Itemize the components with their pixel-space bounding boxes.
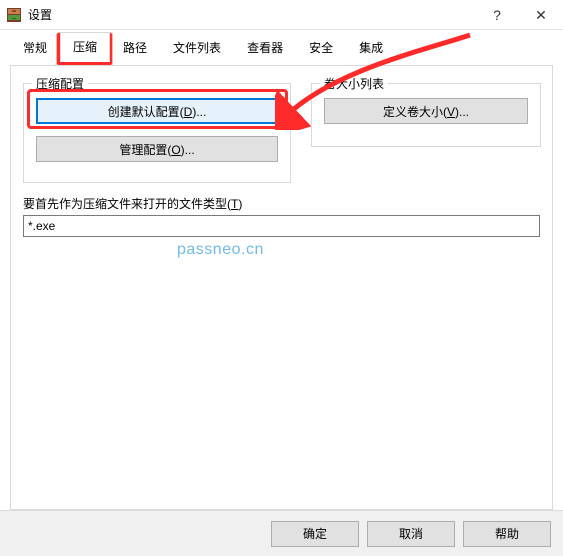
- close-button[interactable]: ✕: [519, 0, 563, 30]
- manage-profiles-button[interactable]: 管理配置(O)...: [36, 136, 278, 162]
- button-label: 管理配置(O)...: [119, 141, 194, 158]
- dialog-footer: 确定 取消 帮助: [0, 510, 563, 556]
- tabs: 常规 压缩 路径 文件列表 查看器 安全 集成: [0, 30, 563, 62]
- create-default-profile-button[interactable]: 创建默认配置(D)...: [36, 98, 278, 124]
- tab-compression[interactable]: 压缩: [60, 32, 110, 62]
- button-label: 定义卷大小(V)...: [383, 103, 469, 120]
- titlebar: 设置 ? ✕: [0, 0, 563, 30]
- define-volume-sizes-button[interactable]: 定义卷大小(V)...: [324, 98, 528, 124]
- tab-panel: 压缩配置 创建默认配置(D)... 管理配置(O)... 卷大小列表 定义卷大小…: [10, 65, 553, 510]
- open-as-archive-input[interactable]: [23, 215, 540, 237]
- tab-security[interactable]: 安全: [296, 33, 346, 62]
- app-icon: [6, 7, 22, 23]
- tab-path[interactable]: 路径: [110, 33, 160, 62]
- tab-integration[interactable]: 集成: [346, 33, 396, 62]
- group-volume-sizes-legend: 卷大小列表: [320, 75, 388, 92]
- tab-filelist[interactable]: 文件列表: [160, 33, 234, 62]
- ok-button[interactable]: 确定: [271, 521, 359, 547]
- tabs-underline: [10, 65, 553, 66]
- help-button[interactable]: ?: [475, 0, 519, 30]
- open-as-archive-label: 要首先作为压缩文件来打开的文件类型(T): [23, 195, 242, 212]
- window-title: 设置: [28, 6, 52, 23]
- tab-viewer[interactable]: 查看器: [234, 33, 296, 62]
- tab-general[interactable]: 常规: [10, 33, 60, 62]
- group-compression-profiles: 压缩配置 创建默认配置(D)... 管理配置(O)...: [23, 83, 291, 183]
- button-label: 创建默认配置(D)...: [108, 103, 207, 120]
- window-controls: ? ✕: [475, 0, 563, 30]
- cancel-button[interactable]: 取消: [367, 521, 455, 547]
- help-button-footer[interactable]: 帮助: [463, 521, 551, 547]
- group-compression-profiles-legend: 压缩配置: [32, 75, 88, 92]
- group-volume-sizes: 卷大小列表 定义卷大小(V)...: [311, 83, 541, 147]
- watermark-text: passneo.cn: [177, 241, 264, 259]
